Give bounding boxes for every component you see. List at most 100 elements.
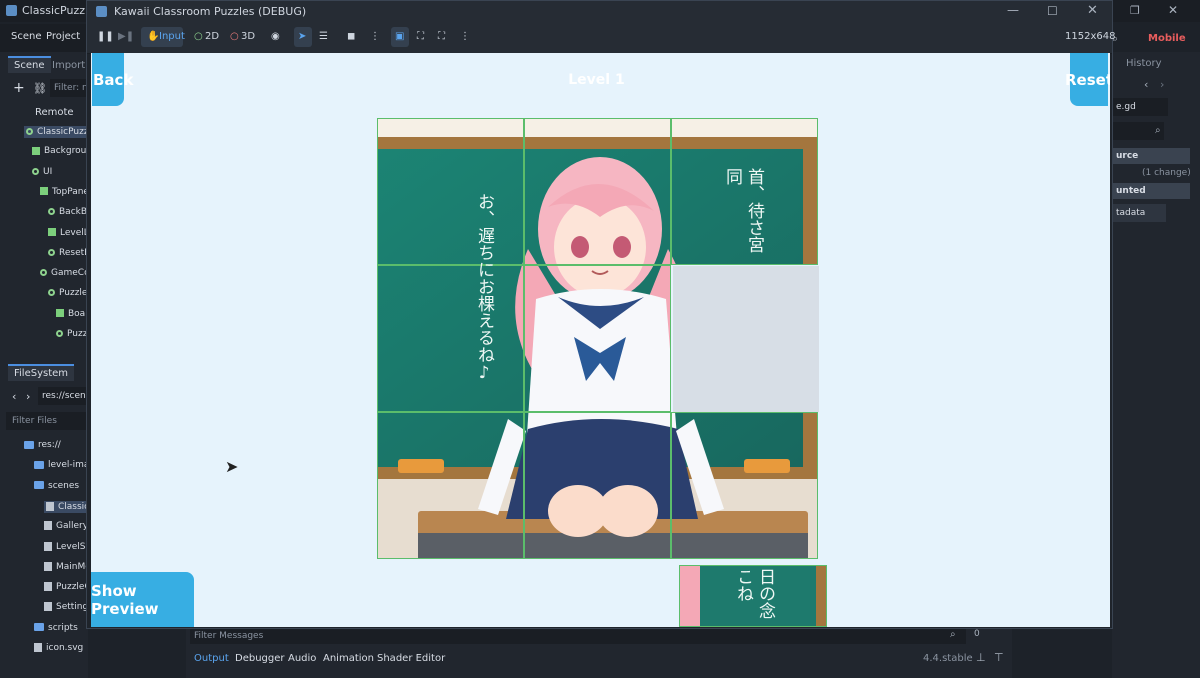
puzzle-board: お、遅ちにお棵えるね♪ 首、待さ宮同	[377, 118, 820, 561]
filter-messages-input[interactable]: Filter Messages	[190, 628, 966, 644]
expand-icon[interactable]: ⊤	[994, 651, 1004, 664]
fullscreen-icon[interactable]: ⛶	[438, 31, 445, 42]
scene-tree-item[interactable]: ClassicPuzzl	[24, 126, 94, 138]
chevron-right-icon[interactable]: ›	[1160, 78, 1164, 91]
link-icon[interactable]: ⛓	[33, 82, 47, 95]
inspector-dock: Mobile ⌕ History ‹ › e.gd ⌕ urce (1 chan…	[1112, 32, 1200, 678]
scene-dock: Scene Import + ⛓ Filter: n Remote Classi…	[0, 52, 103, 678]
scene-tree-item[interactable]: GameCo	[40, 268, 90, 278]
loose-puzzle-tile[interactable]: 日の念こね	[679, 565, 827, 627]
file-tree-item[interactable]: icon.svg	[34, 643, 83, 653]
file-tree-item[interactable]: res://	[24, 440, 61, 450]
camera-icon[interactable]: ◼	[347, 31, 355, 42]
puzzle-tile[interactable]	[524, 412, 671, 559]
empty-slot[interactable]	[673, 266, 819, 412]
tab-output[interactable]: Output	[194, 653, 229, 664]
file-icon	[44, 521, 52, 531]
file-tree-label: icon.svg	[46, 643, 84, 653]
folder-icon	[34, 623, 44, 632]
scene-tree-item[interactable]: TopPane	[40, 187, 89, 197]
file-tree-item[interactable]: PuzzleG	[44, 582, 91, 592]
tab-filesystem[interactable]: FileSystem	[8, 364, 75, 381]
tile-art	[525, 413, 670, 558]
renderer-select[interactable]: Mobile	[1148, 33, 1186, 44]
godot-icon	[6, 5, 17, 16]
search-icon: ⌕	[950, 629, 956, 640]
file-icon	[46, 501, 54, 511]
minimize-icon[interactable]: —	[1007, 3, 1019, 17]
scene-tree-item[interactable]: UI	[32, 167, 52, 177]
tab-shader-editor[interactable]: Shader Editor	[377, 653, 445, 664]
close-icon[interactable]: ✕	[1087, 3, 1098, 18]
tile-art	[378, 119, 523, 264]
puzzle-tile[interactable]	[377, 118, 524, 265]
back-history-icon[interactable]: ‹	[12, 390, 16, 403]
menu-scene[interactable]: Scene	[11, 31, 42, 42]
tile-art	[378, 266, 523, 411]
game-titlebar: Kawaii Classroom Puzzles (DEBUG) — ☐ ✕	[87, 1, 1112, 23]
more-options-icon[interactable]: ⋮	[460, 31, 470, 42]
fit-icon[interactable]: ⛶	[417, 31, 424, 42]
person-node-icon	[48, 208, 55, 216]
tab-animation[interactable]: Animation	[323, 653, 374, 664]
resource-section[interactable]: urce	[1112, 148, 1190, 164]
file-tree-item[interactable]: scenes	[34, 481, 79, 491]
script-select[interactable]: e.gd	[1112, 98, 1168, 116]
dot-node-icon	[32, 167, 39, 175]
chevron-left-icon[interactable]: ‹	[1144, 78, 1148, 91]
tile-frame-fragment	[816, 566, 826, 626]
more-options-icon[interactable]: ⋮	[370, 31, 380, 42]
filter-files-input[interactable]: Filter Files	[6, 412, 88, 430]
puzzle-tile[interactable]	[524, 265, 671, 412]
scene-tree-item[interactable]: ResetE	[48, 248, 90, 258]
tab-debugger[interactable]: Debugger	[235, 653, 285, 664]
eye-icon[interactable]: ◉	[271, 31, 280, 42]
reset-button[interactable]: Reset	[1065, 53, 1110, 106]
puzzle-tile[interactable]	[524, 118, 671, 265]
pin-icon[interactable]: ⊥	[976, 651, 986, 664]
input-icon: ✋	[147, 31, 160, 42]
list-select-icon[interactable]: ☰	[319, 31, 328, 42]
next-frame-icon[interactable]: ▶❚	[118, 31, 134, 42]
search-icon: ⌕	[1155, 125, 1161, 136]
unmounted-section[interactable]: unted	[1112, 183, 1190, 199]
maximize-icon[interactable]: ☐	[1047, 4, 1058, 18]
menu-project[interactable]: Project	[46, 31, 80, 42]
scene-tree-label: UI	[43, 166, 53, 177]
close-icon[interactable]: ✕	[1168, 3, 1178, 17]
forward-history-icon[interactable]: ›	[26, 390, 30, 403]
two-d-button[interactable]: 2D	[205, 31, 219, 42]
chalk-writing-left: お、遅ちにお棵えるね♪	[474, 193, 494, 383]
path-field[interactable]: res://scene	[38, 387, 88, 405]
file-tree-item[interactable]: MainMe	[44, 561, 91, 572]
version-label: 4.4.stable	[923, 653, 973, 664]
restore-icon[interactable]: ❐	[1130, 4, 1140, 17]
add-node-icon[interactable]: +	[13, 80, 25, 96]
tile-hair-fragment	[680, 566, 700, 626]
scene-tree-item[interactable]: Boar	[56, 309, 89, 319]
scene-filter-input[interactable]: Filter: n	[50, 79, 88, 97]
puzzle-tile[interactable]	[377, 265, 524, 412]
tab-audio[interactable]: Audio	[288, 653, 316, 664]
level-title: Level 1	[568, 72, 625, 88]
sq-node-icon	[32, 146, 40, 155]
tile-art	[672, 413, 817, 558]
history-tab[interactable]: History	[1126, 58, 1162, 69]
file-tree-item[interactable]: scripts	[34, 623, 78, 633]
scene-tree-item[interactable]: Puzzle	[48, 288, 87, 298]
scene-tree-item[interactable]: LevelL	[48, 228, 89, 238]
dot-node-icon	[26, 128, 33, 135]
scene-tree-item[interactable]: Backgrour	[32, 146, 90, 156]
game-viewport[interactable]: Back Level 1 Reset お、遅ちにお棵えるね♪ 首、待さ宮同 日の…	[91, 53, 1110, 627]
three-d-button[interactable]: 3D	[241, 31, 255, 42]
pause-icon[interactable]: ❚❚	[97, 31, 114, 42]
puzzle-tile[interactable]	[671, 412, 818, 559]
scene-tree-label: Puzzle	[59, 288, 88, 299]
dot-node-icon	[56, 330, 63, 337]
metadata-button[interactable]: tadata	[1112, 204, 1166, 222]
remote-tab[interactable]: Remote	[35, 107, 74, 118]
show-preview-button[interactable]: Show Preview	[91, 572, 194, 627]
tab-import[interactable]: Import	[46, 58, 91, 73]
tab-scene[interactable]: Scene	[8, 56, 51, 73]
puzzle-tile[interactable]	[377, 412, 524, 559]
